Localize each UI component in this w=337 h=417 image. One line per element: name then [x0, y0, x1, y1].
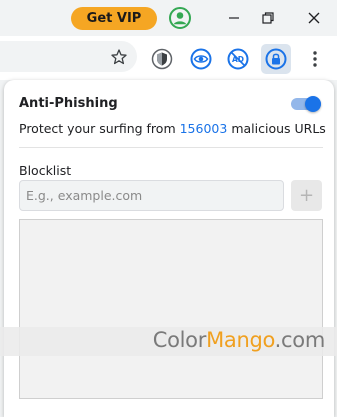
blocklist-input[interactable] [19, 180, 284, 211]
window-titlebar: Get VIP [0, 0, 337, 36]
eye-protect-icon[interactable] [189, 47, 213, 71]
address-bar[interactable] [0, 41, 137, 72]
watermark-part1: Color [152, 328, 207, 352]
description-prefix: Protect your surfing from [19, 121, 176, 136]
browser-toolbar: AD [0, 36, 337, 80]
add-blocklist-button[interactable]: + [291, 180, 322, 211]
profile-icon[interactable] [168, 6, 192, 30]
watermark-text: ColorMango.com [152, 328, 326, 352]
popup-title: Anti-Phishing [19, 96, 118, 111]
more-vert-icon[interactable] [309, 49, 321, 69]
watermark-part2: Mango [206, 328, 275, 352]
anti-phishing-lock-icon[interactable] [261, 44, 291, 74]
watermark-part3: .com [274, 328, 326, 352]
svg-text:AD: AD [232, 55, 244, 64]
close-icon[interactable] [302, 6, 326, 30]
protection-description: Protect your surfing from 156003 malicio… [19, 121, 326, 136]
anti-phishing-toggle[interactable] [291, 96, 321, 112]
minimize-icon[interactable] [222, 6, 246, 30]
blocklist-label: Blocklist [19, 163, 72, 178]
anti-phishing-popup: Anti-Phishing Protect your surfing from … [4, 80, 334, 417]
ad-block-icon[interactable]: AD [226, 47, 250, 71]
toggle-knob [305, 96, 321, 112]
star-icon[interactable] [110, 48, 128, 66]
divider [19, 147, 323, 148]
description-suffix: malicious URLs [231, 121, 326, 136]
malicious-url-count: 156003 [179, 121, 228, 136]
restore-icon[interactable] [256, 6, 280, 30]
get-vip-button[interactable]: Get VIP [71, 7, 157, 30]
shield-mask-icon[interactable] [150, 47, 174, 71]
blocklist-list[interactable] [19, 219, 323, 399]
watermark: ColorMango.com [0, 327, 337, 356]
